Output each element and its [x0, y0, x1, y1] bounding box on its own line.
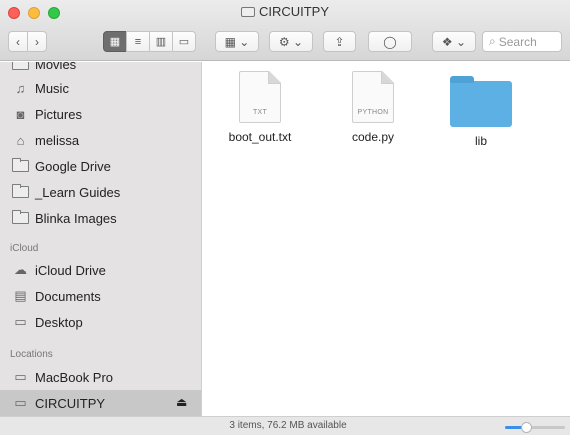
desktop-icon: ▭	[14, 314, 27, 329]
search-input[interactable]: ⌕ Search	[482, 31, 562, 52]
movies-icon	[11, 62, 30, 72]
chevron-left-icon: ‹	[16, 34, 20, 49]
python-document-icon: PYTHON	[352, 71, 394, 123]
documents-icon: ▤	[14, 288, 27, 303]
file-item[interactable]: TXT boot_out.txt	[225, 71, 295, 144]
file-ext-label: PYTHON	[357, 109, 389, 116]
file-item[interactable]: PYTHON code.py	[338, 71, 408, 144]
sidebar: Movies ♫ Music ◙ Pictures ⌂ melissa Goog…	[0, 62, 202, 416]
arrange-button[interactable]: ▦ ⌄	[215, 31, 259, 52]
gear-icon: ⚙ ⌄	[278, 34, 304, 49]
sidebar-item-learn-guides[interactable]: _Learn Guides	[11, 180, 120, 204]
sidebar-item-google-drive[interactable]: Google Drive	[11, 154, 111, 178]
laptop-icon: ▭	[14, 369, 27, 384]
sidebar-item-macbook-pro[interactable]: ▭ MacBook Pro	[11, 365, 113, 389]
sidebar-item-pictures[interactable]: ◙ Pictures	[11, 102, 82, 126]
dropbox-icon: ❖ ⌄	[441, 34, 467, 49]
camera-icon: ◙	[16, 106, 25, 122]
sidebar-item-label: Blinka Images	[35, 210, 117, 226]
toolbar: CIRCUITPY ‹ › ▦ ≡ ▥ ▭ ▦ ⌄ ⚙ ⌄ ⇪ ◯ ❖ ⌄ ⌕ …	[0, 0, 570, 61]
cloud-icon: ☁	[14, 262, 27, 277]
tags-button[interactable]: ◯	[368, 31, 412, 52]
sidebar-item-label: Pictures	[35, 106, 82, 122]
window-title: CIRCUITPY	[0, 4, 570, 19]
sidebar-item-label: Google Drive	[35, 158, 111, 174]
action-button[interactable]: ⚙ ⌄	[269, 31, 313, 52]
back-button[interactable]: ‹	[8, 31, 28, 52]
dropbox-button[interactable]: ❖ ⌄	[432, 31, 476, 52]
folder-name: lib	[474, 134, 487, 148]
arrange-icon: ▦ ⌄	[224, 34, 250, 49]
gallery-icon: ▭	[178, 36, 190, 48]
sidebar-item-icloud-drive[interactable]: ☁ iCloud Drive	[11, 258, 106, 282]
file-browser: TXT boot_out.txt PYTHON code.py lib	[203, 62, 570, 416]
icon-view-button[interactable]: ▦	[103, 31, 127, 52]
sidebar-item-movies[interactable]: Movies	[11, 62, 76, 76]
sidebar-item-label: melissa	[35, 132, 80, 148]
status-bar: 3 items, 76.2 MB available	[0, 416, 570, 435]
finder-window: CIRCUITPY ‹ › ▦ ≡ ▥ ▭ ▦ ⌄ ⚙ ⌄ ⇪ ◯ ❖ ⌄ ⌕ …	[0, 0, 570, 435]
view-mode-group: ▦ ≡ ▥ ▭	[103, 31, 196, 52]
sidebar-item-label: Music	[35, 80, 69, 96]
music-icon: ♫	[15, 80, 26, 96]
folder-item[interactable]: lib	[441, 71, 521, 148]
file-name: code.py	[351, 130, 395, 144]
search-placeholder: Search	[498, 34, 537, 49]
disk-icon: ▭	[14, 395, 27, 410]
sidebar-item-label: Movies	[35, 62, 77, 72]
columns-icon: ▥	[155, 36, 167, 48]
sidebar-item-label: MacBook Pro	[35, 369, 114, 385]
share-icon: ⇪	[334, 34, 345, 49]
column-view-button[interactable]: ▥	[149, 31, 173, 52]
eject-icon[interactable]: ⏏	[176, 395, 187, 409]
folder-icon	[11, 184, 30, 200]
home-icon: ⌂	[16, 132, 25, 148]
sidebar-item-desktop[interactable]: ▭ Desktop	[11, 310, 83, 334]
slider-knob[interactable]	[521, 422, 532, 433]
sidebar-item-melissa[interactable]: ⌂ melissa	[11, 128, 80, 152]
sidebar-item-label: CIRCUITPY	[35, 395, 106, 411]
text-document-icon: TXT	[239, 71, 281, 123]
list-view-button[interactable]: ≡	[126, 31, 150, 52]
sidebar-item-label: _Learn Guides	[35, 184, 121, 200]
list-icon: ≡	[134, 35, 142, 48]
search-icon: ⌕	[489, 34, 496, 48]
status-text: 3 items, 76.2 MB available	[229, 420, 347, 431]
sidebar-item-circuitpy[interactable]: ▭ CIRCUITPY	[11, 391, 105, 415]
sidebar-header-locations: Locations	[10, 349, 53, 360]
tag-icon: ◯	[383, 34, 397, 49]
folder-icon	[450, 76, 512, 127]
sidebar-item-label: Desktop	[35, 314, 83, 330]
file-name: boot_out.txt	[228, 130, 292, 144]
icon-size-slider[interactable]	[505, 422, 565, 433]
sidebar-item-documents[interactable]: ▤ Documents	[11, 284, 101, 308]
file-ext-label: TXT	[252, 109, 268, 116]
sidebar-item-music[interactable]: ♫ Music	[11, 76, 69, 100]
share-button[interactable]: ⇪	[323, 31, 356, 52]
window-title-text: CIRCUITPY	[258, 4, 330, 19]
sidebar-item-label: Documents	[35, 288, 101, 304]
forward-button[interactable]: ›	[27, 31, 47, 52]
disk-icon	[240, 7, 255, 17]
sidebar-header-icloud: iCloud	[10, 243, 39, 254]
folder-icon	[11, 158, 30, 174]
sidebar-item-blinka-images[interactable]: Blinka Images	[11, 206, 117, 230]
gallery-view-button[interactable]: ▭	[172, 31, 196, 52]
sidebar-item-label: iCloud Drive	[35, 262, 106, 278]
chevron-right-icon: ›	[35, 34, 39, 49]
grid-icon: ▦	[109, 36, 121, 48]
folder-icon	[11, 210, 30, 226]
